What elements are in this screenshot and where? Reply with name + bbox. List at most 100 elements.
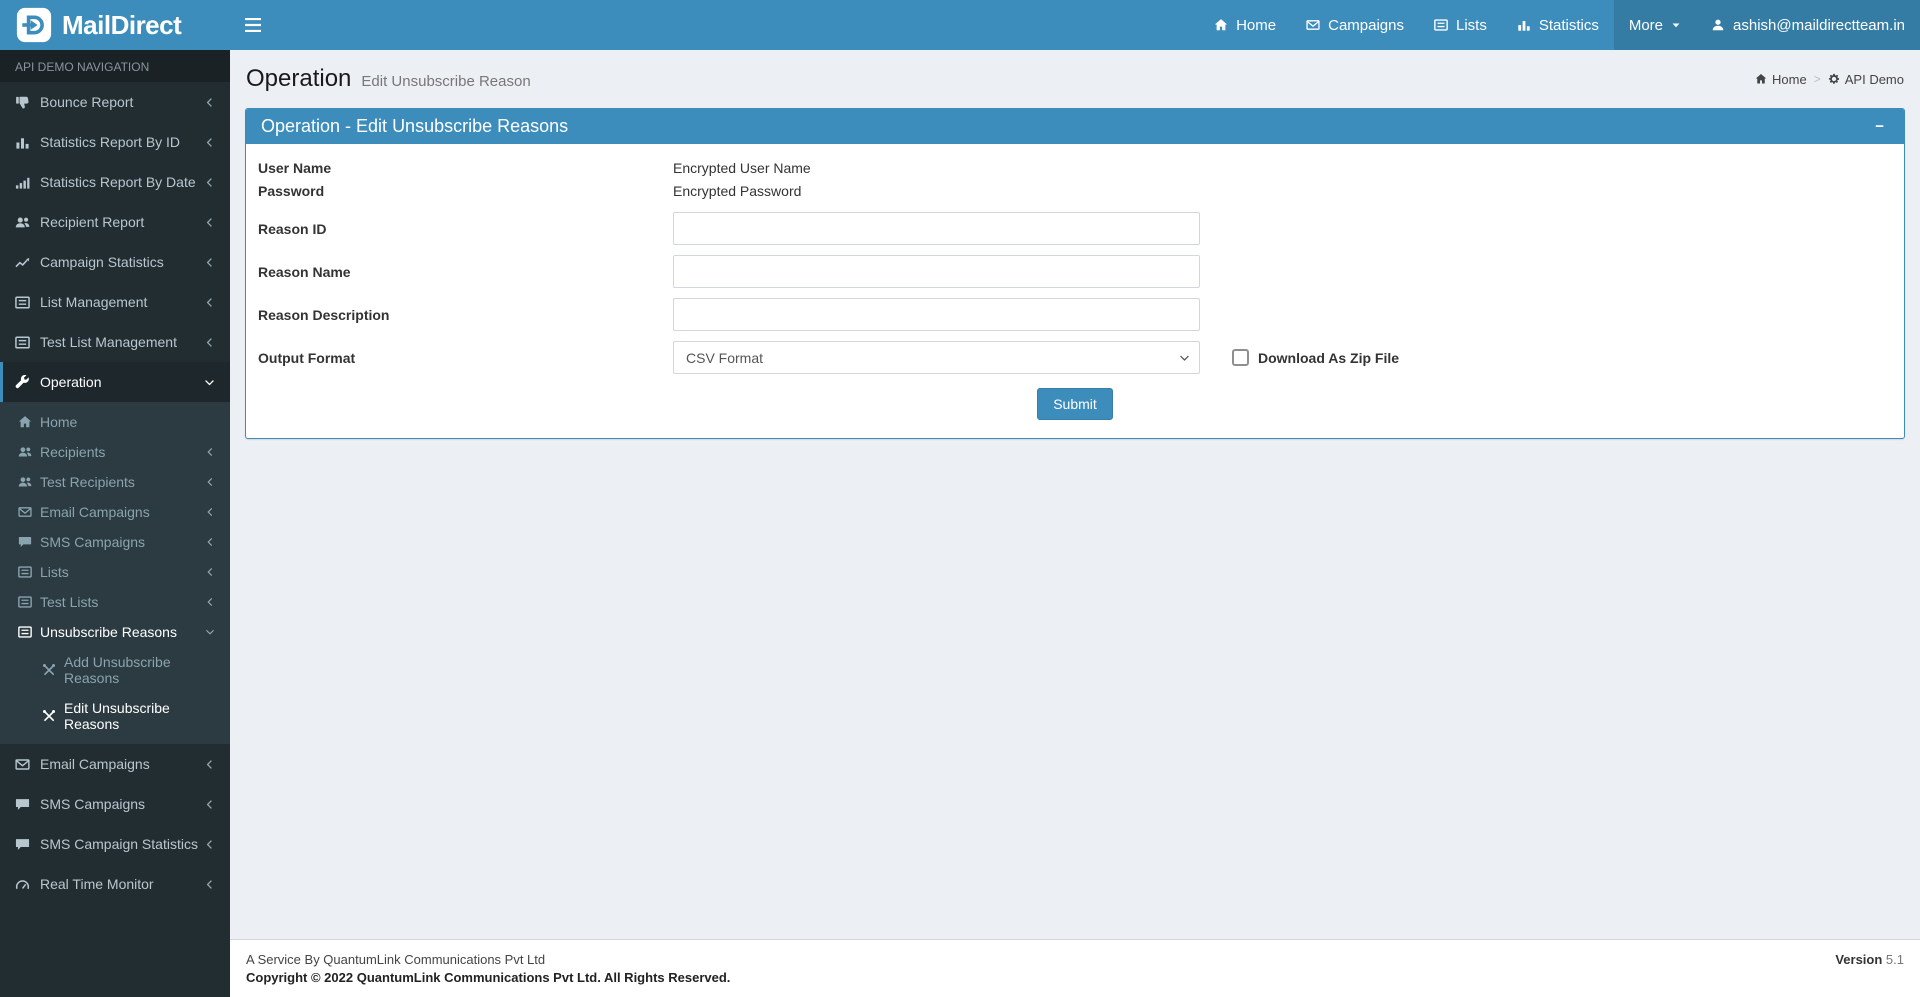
nav-more-dropdown[interactable]: More (1613, 0, 1697, 50)
output-format-select-wrap: CSV Format (673, 341, 1200, 374)
sidebar-item-test-list-management[interactable]: Test List Management (0, 322, 230, 362)
chevron-down-icon (205, 627, 215, 637)
caret-down-icon (1671, 20, 1681, 30)
reason-name-label: Reason Name (258, 263, 351, 280)
sidebar-section-header: API DEMO NAVIGATION (0, 50, 230, 82)
reason-id-input[interactable] (673, 212, 1200, 245)
user-name-value: Encrypted User Name (673, 160, 811, 176)
operation-panel: Operation - Edit Unsubscribe Reasons − U… (245, 108, 1905, 439)
chevron-left-icon (204, 177, 215, 188)
sidebar-item-real-time-monitor[interactable]: Real Time Monitor (0, 864, 230, 904)
chevron-left-icon (205, 597, 215, 607)
brand-name: MailDirect (62, 9, 182, 40)
sidebar-item-list-management[interactable]: List Management (0, 282, 230, 322)
zip-checkbox-label: Download As Zip File (1258, 349, 1400, 366)
chevron-left-icon (204, 799, 215, 810)
version-label: Version (1835, 952, 1883, 967)
sidebar-item-email-campaigns[interactable]: Email Campaigns (0, 744, 230, 784)
submit-button[interactable]: Submit (1037, 388, 1113, 420)
bar-chart-icon (1517, 18, 1531, 32)
chevron-left-icon (205, 477, 215, 487)
signal-icon (15, 175, 30, 190)
reason-id-row: Reason ID (258, 212, 1892, 245)
output-format-label: Output Format (258, 349, 356, 366)
output-format-select[interactable]: CSV Format (673, 341, 1200, 374)
list-icon (18, 625, 32, 639)
breadcrumb-current: API Demo (1828, 72, 1904, 87)
nav-user-menu[interactable]: ashish@maildirectteam.in (1696, 0, 1920, 50)
submenu-item-sms-campaigns[interactable]: SMS Campaigns (0, 527, 230, 557)
reason-description-input[interactable] (673, 298, 1200, 331)
submit-row: Submit (258, 388, 1892, 420)
comment-icon (15, 797, 30, 812)
chevron-left-icon (205, 507, 215, 517)
operation-submenu: Home Recipients Test Recipients Email Ca… (0, 402, 230, 744)
nav-campaigns[interactable]: Campaigns (1291, 0, 1419, 50)
sidebar-item-statistics-report-by-id[interactable]: Statistics Report By ID (0, 122, 230, 162)
submenu-item-email-campaigns[interactable]: Email Campaigns (0, 497, 230, 527)
chevron-left-icon (204, 759, 215, 770)
tools-icon (42, 709, 56, 723)
brand-logo[interactable]: MailDirect (0, 0, 230, 50)
submenu-item-add-unsubscribe-reasons[interactable]: Add Unsubscribe Reasons (0, 647, 230, 693)
top-navbar: MailDirect Home Campaigns Lists Statisti… (0, 0, 1920, 50)
sidebar-item-bounce-report[interactable]: Bounce Report (0, 82, 230, 122)
reason-name-input[interactable] (673, 255, 1200, 288)
nav-home[interactable]: Home (1199, 0, 1291, 50)
home-icon (18, 415, 32, 429)
sidebar-item-statistics-report-by-date[interactable]: Statistics Report By Date (0, 162, 230, 202)
user-name-label: User Name (258, 160, 332, 176)
output-format-row: Output Format CSV Format Download As Zip… (258, 341, 1892, 374)
chevron-down-icon (204, 377, 215, 388)
users-icon (18, 445, 32, 459)
chevron-left-icon (205, 567, 215, 577)
comment-icon (18, 535, 32, 549)
breadcrumb-home[interactable]: Home (1755, 72, 1807, 87)
reason-id-label: Reason ID (258, 220, 327, 237)
submenu-item-test-recipients[interactable]: Test Recipients (0, 467, 230, 497)
user-name-row: User Name Encrypted User Name (258, 158, 1892, 179)
list-icon (15, 295, 30, 310)
chevron-left-icon (204, 839, 215, 850)
submenu-item-lists[interactable]: Lists (0, 557, 230, 587)
footer-copyright: Copyright © 2022 QuantumLink Communicati… (246, 970, 731, 985)
sidebar: API DEMO NAVIGATION Bounce Report Statis… (0, 50, 230, 997)
submenu-item-unsubscribe-reasons[interactable]: Unsubscribe Reasons (0, 617, 230, 647)
version-value: 5.1 (1885, 952, 1904, 967)
sidebar-item-sms-campaign-statistics[interactable]: SMS Campaign Statistics (0, 824, 230, 864)
home-icon (1755, 73, 1767, 85)
chevron-left-icon (204, 337, 215, 348)
panel-body: User Name Encrypted User Name Password E… (246, 144, 1904, 438)
gear-icon (1828, 73, 1840, 85)
footer-version: Version 5.1 (1835, 952, 1904, 985)
zip-checkbox[interactable] (1232, 349, 1249, 366)
submenu-item-home[interactable]: Home (0, 407, 230, 437)
chevron-left-icon (204, 257, 215, 268)
sidebar-toggle-button[interactable] (230, 0, 276, 50)
nav-lists[interactable]: Lists (1419, 0, 1502, 50)
sidebar-menu-bottom: Email Campaigns SMS Campaigns SMS Campai… (0, 744, 230, 904)
maildirect-logo-icon (16, 7, 52, 43)
panel-title: Operation - Edit Unsubscribe Reasons (261, 116, 569, 136)
breadcrumb: Home > API Demo (1755, 72, 1904, 87)
sidebar-item-sms-campaigns[interactable]: SMS Campaigns (0, 784, 230, 824)
panel-header: Operation - Edit Unsubscribe Reasons − (246, 109, 1904, 144)
page-title: Operation Edit Unsubscribe Reason (246, 65, 531, 92)
submenu-item-recipients[interactable]: Recipients (0, 437, 230, 467)
chevron-left-icon (204, 217, 215, 228)
nav-statistics[interactable]: Statistics (1502, 0, 1614, 50)
sidebar-item-campaign-statistics[interactable]: Campaign Statistics (0, 242, 230, 282)
chevron-left-icon (205, 447, 215, 457)
footer: A Service By QuantumLink Communications … (230, 939, 1920, 997)
list-icon (18, 595, 32, 609)
reason-description-label: Reason Description (258, 306, 390, 323)
submenu-item-edit-unsubscribe-reasons[interactable]: Edit Unsubscribe Reasons (0, 693, 230, 739)
submenu-item-test-lists[interactable]: Test Lists (0, 587, 230, 617)
home-icon (1214, 18, 1228, 32)
reason-description-row: Reason Description (258, 298, 1892, 331)
collapse-button[interactable]: − (1870, 116, 1889, 137)
list-icon (18, 565, 32, 579)
sidebar-item-recipient-report[interactable]: Recipient Report (0, 202, 230, 242)
sidebar-item-operation[interactable]: Operation (0, 362, 230, 402)
